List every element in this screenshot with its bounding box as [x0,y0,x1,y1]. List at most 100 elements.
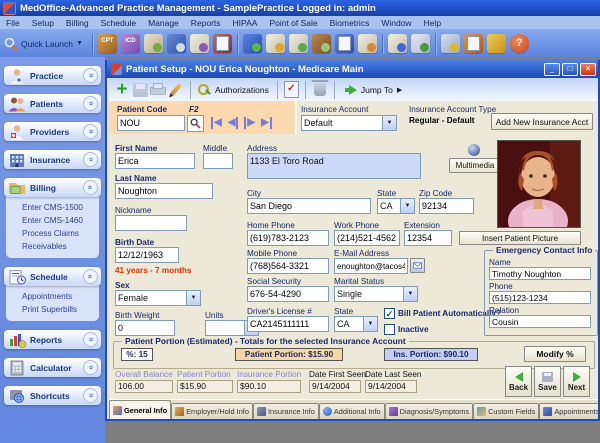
tab-general-info[interactable]: General Info [109,400,171,419]
sidebar-item-receivables[interactable]: Receivables [6,240,99,253]
menu-file[interactable]: File [0,18,26,28]
sidebar-item-print-superbills[interactable]: Print Superbills [6,303,99,316]
close-button[interactable]: × [580,63,596,76]
sidebar-item-enter-cms-1460[interactable]: Enter CMS-1460 [6,214,99,227]
birth-date-input[interactable] [115,247,179,263]
chevron-down-icon[interactable]: » [83,332,98,347]
statement-monitor-icon[interactable] [335,34,354,53]
menu-point-of-sale[interactable]: Point of Sale [263,18,323,28]
dropdown-arrow-icon[interactable]: ▼ [403,287,417,301]
icd-codes-icon[interactable]: ICD [121,34,140,53]
last-record-icon[interactable]: ▶ [261,117,272,129]
menu-manage[interactable]: Manage [142,18,185,28]
bill-automatically-checkbox[interactable]: ✓ [384,308,395,319]
chart-coin-icon[interactable] [441,34,460,53]
home-phone-input[interactable] [247,230,329,246]
practice-buildings-icon[interactable] [213,34,232,53]
jump-to-expand-icon[interactable]: ▶ [397,86,402,94]
chevron-up-icon[interactable]: » [83,180,98,195]
sidebar-item-schedule[interactable]: Schedule » [4,267,101,286]
patient-report-icon[interactable] [358,34,377,53]
chevron-up-icon[interactable]: » [83,269,98,284]
emergency-phone-input[interactable] [489,291,591,304]
jump-to-icon[interactable] [349,85,357,95]
menu-help[interactable]: Help [418,18,447,28]
add-new-insurance-button[interactable]: Add New Insurance Acct [491,113,593,130]
ledger-book-icon[interactable] [312,34,331,53]
maximize-button[interactable]: □ [562,63,578,76]
dropdown-arrow-icon[interactable]: ▼ [382,116,396,130]
social-security-input[interactable] [247,286,329,302]
sidebar-item-billing[interactable]: Billing » [4,178,101,197]
next-button[interactable]: Next [563,366,590,397]
authorizations-icon[interactable] [197,83,211,97]
chevron-down-icon[interactable]: » [83,152,98,167]
chevron-down-icon[interactable]: » [83,388,98,403]
report-clock-icon[interactable] [388,34,407,53]
nickname-input[interactable] [115,215,187,231]
menu-window[interactable]: Window [375,18,417,28]
chevron-down-icon[interactable]: » [83,96,98,111]
first-name-input[interactable] [115,153,195,169]
tab-employer-hold-info[interactable]: Employer/Hold Info [171,403,253,419]
email-compose-button[interactable] [410,258,425,273]
sidebar-item-appointments[interactable]: Appointments [6,290,99,303]
schedule-sheet-icon[interactable] [411,34,430,53]
billing-coin-icon[interactable] [266,34,285,53]
menu-reports[interactable]: Reports [185,18,227,28]
extension-input[interactable] [404,230,452,246]
menu-billing[interactable]: Billing [60,18,95,28]
emergency-name-input[interactable] [489,267,591,280]
cpt-codes-icon[interactable]: CPT [98,34,117,53]
lab-monitor-icon[interactable] [167,34,186,53]
menu-hipaa[interactable]: HIPAA [227,18,264,28]
last-name-input[interactable] [115,183,213,199]
drivers-license-input[interactable] [247,316,329,332]
zip-code-input[interactable] [419,198,474,214]
inactive-checkbox[interactable] [384,324,395,335]
emergency-relation-input[interactable] [489,315,591,328]
license-state-select[interactable]: CA ▼ [334,316,378,332]
quick-launch[interactable]: Quick Launch ▼ [4,37,83,51]
patient-search-button[interactable] [187,115,204,132]
sidebar-item-enter-cms-1500[interactable]: Enter CMS-1500 [6,201,99,214]
dropdown-arrow-icon[interactable]: ▼ [400,199,414,213]
next-record-icon[interactable]: ▶ [244,117,255,129]
menu-schedule[interactable]: Schedule [95,18,142,28]
sidebar-item-process-claims[interactable]: Process Claims [6,227,99,240]
middle-input[interactable] [203,153,233,169]
sidebar-item-providers[interactable]: Providers » [4,122,101,141]
patient-id-card-icon[interactable] [144,34,163,53]
sidebar-item-insurance[interactable]: Insurance » [4,150,101,169]
monitor-icon[interactable] [464,34,483,53]
add-patient-icon[interactable]: + [113,82,131,98]
previous-record-icon[interactable]: ◀ [228,117,239,129]
lock-icon[interactable] [487,34,506,53]
marital-status-select[interactable]: Single ▼ [334,286,418,302]
tab-appointments[interactable]: Appointments [539,403,598,419]
tab-custom-fields[interactable]: Custom Fields [473,403,539,419]
insurance-account-select[interactable]: Default ▼ [301,115,397,131]
address-input[interactable]: 1133 El Toro Road [247,153,421,179]
dropdown-arrow-icon[interactable]: ▼ [363,317,377,331]
edit-icon[interactable] [170,83,181,96]
back-button[interactable]: Back [505,366,532,397]
menu-biometrics[interactable]: Biometrics [324,18,376,28]
sex-select[interactable]: Female ▼ [115,290,201,306]
mobile-phone-input[interactable] [247,258,329,274]
jump-to-label[interactable]: Jump To [361,85,393,95]
sidebar-item-shortcuts[interactable]: Shortcuts » [4,386,101,405]
city-input[interactable] [247,198,371,214]
first-record-icon[interactable]: ◀ [211,117,222,129]
tab-insurance-info[interactable]: Insurance Info [253,403,319,419]
insert-patient-picture-button[interactable]: Insert Patient Picture [459,231,581,245]
tab-additional-info[interactable]: Additional Info [319,403,385,419]
email-input[interactable] [334,258,408,274]
claims-document-icon[interactable] [289,34,308,53]
print-icon[interactable] [150,83,166,96]
sidebar-item-reports[interactable]: Reports » [4,330,101,349]
eligibility-check-icon[interactable]: ✓ [284,81,299,98]
help-icon[interactable]: ? [510,34,529,53]
sidebar-item-practice[interactable]: Practice » [4,66,101,85]
certificate-icon[interactable] [190,34,209,53]
